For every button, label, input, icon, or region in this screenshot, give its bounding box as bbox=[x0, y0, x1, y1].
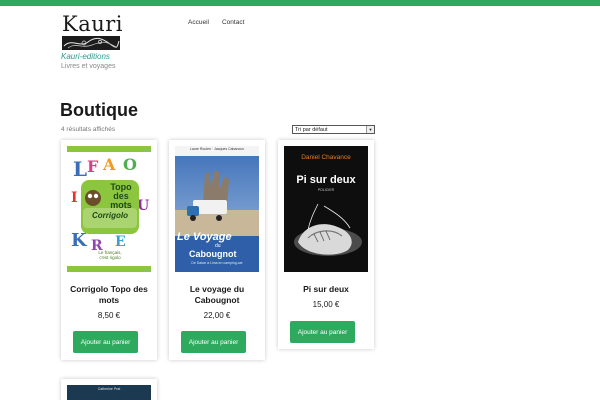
product-price: 22,00 € bbox=[203, 311, 231, 320]
add-to-cart-button[interactable]: Ajouter au panier bbox=[73, 331, 138, 353]
site-logo[interactable]: Kauri bbox=[62, 12, 123, 50]
cover-tagline: De Dakar à Lima en camping-car bbox=[191, 261, 243, 265]
svg-text:F: F bbox=[87, 157, 99, 176]
cover-genre: POLICIER bbox=[317, 188, 335, 192]
product-title[interactable]: Pi sur deux bbox=[280, 284, 372, 295]
svg-text:O: O bbox=[123, 155, 137, 174]
cover-title-line1: Le Voyage bbox=[177, 231, 232, 243]
nav-item-contact[interactable]: Contact bbox=[222, 19, 244, 26]
product-card-corrigolo[interactable]: L F A O I K R E U Topo des mots Corrigol… bbox=[61, 140, 157, 360]
cover-title-line2: Cabougnot bbox=[189, 249, 237, 259]
logo-wordmark: Kauri bbox=[62, 12, 123, 36]
main-nav: Accueil Contact bbox=[188, 19, 244, 26]
product-cover-pi-sur-deux[interactable]: Daniel Chavance Pi sur deux POLICIER bbox=[284, 146, 368, 272]
product-title[interactable]: Corrigolo Topo des mots bbox=[63, 284, 155, 306]
product-price: 15,00 € bbox=[312, 300, 340, 309]
add-to-cart-button[interactable]: Ajouter au panier bbox=[290, 321, 355, 343]
product-title[interactable]: Le voyage du Cabougnot bbox=[171, 284, 263, 306]
product-card-partial[interactable]: Catherine Prat bbox=[61, 379, 157, 400]
logo-graphic bbox=[62, 36, 120, 50]
product-cover-cabougnot[interactable]: Laure Roulen · Jacques Cabanoux Le Voyag… bbox=[175, 146, 259, 272]
cover-subtitle: Le français, c'est rigolo bbox=[98, 250, 122, 260]
nav-item-accueil[interactable]: Accueil bbox=[188, 19, 209, 26]
site-tagline: Livres et voyages bbox=[61, 63, 116, 70]
product-card-cabougnot[interactable]: Laure Roulen · Jacques Cabanoux Le Voyag… bbox=[169, 140, 265, 360]
product-price: 8,50 € bbox=[97, 311, 121, 320]
cover-badge-word: Corrigolo bbox=[92, 211, 128, 220]
add-to-cart-button[interactable]: Ajouter au panier bbox=[181, 331, 246, 353]
product-cover-partial[interactable]: Catherine Prat bbox=[67, 385, 151, 400]
svg-text:L: L bbox=[73, 157, 87, 181]
cover-author: Daniel Chavance bbox=[301, 154, 351, 161]
product-cover-corrigolo[interactable]: L F A O I K R E U Topo des mots Corrigol… bbox=[67, 146, 151, 272]
sort-select[interactable]: Tri par défaut ▼ bbox=[292, 125, 375, 134]
product-card-pi-sur-deux[interactable]: Daniel Chavance Pi sur deux POLICIER Pi … bbox=[278, 140, 374, 349]
page-title: Boutique bbox=[60, 100, 138, 120]
top-accent-bar bbox=[0, 0, 600, 6]
svg-text:A: A bbox=[102, 155, 116, 174]
svg-text:I: I bbox=[71, 190, 78, 206]
cover-author: Catherine Prat bbox=[97, 387, 121, 391]
cover-title: Pi sur deux bbox=[296, 174, 356, 186]
svg-text:E: E bbox=[115, 234, 126, 250]
chevron-down-icon: ▼ bbox=[366, 126, 374, 133]
cover-badge-line2: des mots bbox=[110, 191, 132, 210]
results-count: 4 résultats affichés bbox=[61, 126, 116, 133]
site-name[interactable]: Kauri-editions bbox=[61, 52, 110, 61]
cover-authors: Laure Roulen · Jacques Cabanoux bbox=[189, 147, 245, 151]
sort-select-value: Tri par défaut bbox=[295, 126, 328, 133]
